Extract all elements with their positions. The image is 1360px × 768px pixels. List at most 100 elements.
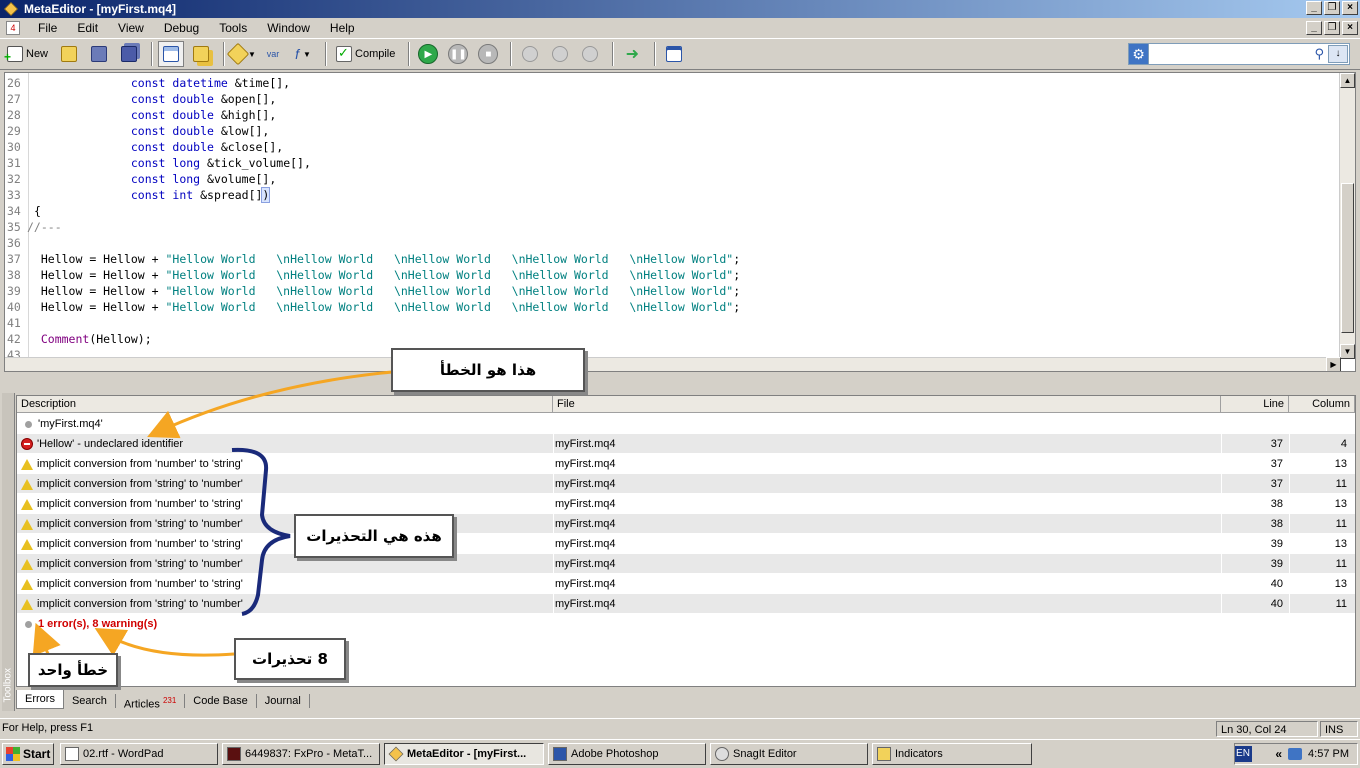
save-button[interactable] (86, 41, 112, 67)
doc-minimize-button[interactable]: _ (1306, 21, 1322, 35)
toolbar-separator (654, 42, 657, 66)
close-button[interactable]: × (1342, 1, 1358, 15)
code-line[interactable]: 34 { (5, 203, 1325, 219)
code-line[interactable]: 35 //--- (5, 219, 1325, 235)
description-text: implicit conversion from 'number' to 'st… (37, 458, 243, 470)
tab-code-base[interactable]: Code Base (185, 694, 257, 708)
save-all-button[interactable] (116, 41, 142, 67)
minimize-button[interactable]: _ (1306, 1, 1322, 15)
tray-expand-chevron-icon[interactable]: « (1275, 747, 1282, 761)
column-header-line[interactable]: Line (1221, 396, 1289, 413)
column-header-description[interactable]: Description (17, 396, 553, 413)
warning-row[interactable]: implicit conversion from 'number' to 'st… (17, 574, 1355, 594)
folders-icon (193, 46, 210, 62)
menu-debug[interactable]: Debug (154, 21, 209, 35)
description-cell: implicit conversion from 'string' to 'nu… (21, 474, 243, 494)
search-box[interactable]: ⚙ ⚲ ↓ (1128, 43, 1350, 65)
restore-button[interactable]: ❐ (1324, 1, 1340, 15)
tab-errors[interactable]: Errors (16, 689, 64, 709)
doc-close-button[interactable]: × (1342, 21, 1358, 35)
cursor-position: Ln 30, Col 24 (1216, 721, 1318, 737)
code-line[interactable]: 39 Hellow = Hellow + "Hellow World \nHel… (5, 283, 1325, 299)
code-line[interactable]: 36 (5, 235, 1325, 251)
tab-search[interactable]: Search (64, 694, 116, 708)
column-separator (1221, 494, 1222, 514)
scroll-down-arrow-icon[interactable]: ▼ (1340, 344, 1355, 359)
code-line[interactable]: 42 Comment(Hellow); (5, 331, 1325, 347)
document-icon[interactable]: 4 (6, 21, 20, 35)
menu-help[interactable]: Help (320, 21, 365, 35)
code-line[interactable]: 40 Hellow = Hellow + "Hellow World \nHel… (5, 299, 1325, 315)
warning-row[interactable]: implicit conversion from 'number' to 'st… (17, 534, 1355, 554)
code-line[interactable]: 30 const double &close[], (5, 139, 1325, 155)
search-go-button[interactable]: ↓ (1328, 45, 1348, 63)
code-line[interactable]: 37 Hellow = Hellow + "Hellow World \nHel… (5, 251, 1325, 267)
error-row[interactable]: 'Hellow' - undeclared identifier myFirst.… (17, 434, 1355, 454)
stop-debug-button[interactable]: ■ (475, 41, 501, 67)
task-snagit[interactable]: SnagIt Editor (710, 743, 868, 765)
vertical-scrollbar[interactable]: ▲ ▼ (1339, 73, 1355, 359)
menu-file[interactable]: File (28, 21, 67, 35)
warning-row[interactable]: implicit conversion from 'string' to 'nu… (17, 594, 1355, 614)
menu-tools[interactable]: Tools (209, 21, 257, 35)
tab-journal[interactable]: Journal (257, 694, 310, 708)
warning-row[interactable]: implicit conversion from 'string' to 'nu… (17, 514, 1355, 534)
warning-icon (21, 598, 33, 610)
code-line[interactable]: 28 const double &high[], (5, 107, 1325, 123)
code-line[interactable]: 29 const double &low[], (5, 123, 1325, 139)
warning-row[interactable]: implicit conversion from 'string' to 'nu… (17, 554, 1355, 574)
new-button[interactable]: New (3, 41, 52, 67)
terminal-button[interactable] (661, 41, 687, 67)
insert-function-button[interactable]: f ▼ (290, 41, 316, 67)
menu-window[interactable]: Window (257, 21, 320, 35)
start-debug-button[interactable]: ▶ (415, 41, 441, 67)
task-indicators-folder[interactable]: Indicators (872, 743, 1032, 765)
step-into-button[interactable] (517, 41, 543, 67)
step-out-button[interactable] (577, 41, 603, 67)
network-icon[interactable] (1288, 748, 1303, 760)
menu-edit[interactable]: Edit (67, 21, 108, 35)
go-to-button[interactable]: ➜ (619, 41, 645, 67)
task-metaeditor[interactable]: MetaEditor - [myFirst... (384, 743, 544, 765)
code-line[interactable]: 32 const long &volume[], (5, 171, 1325, 187)
menu-view[interactable]: View (108, 21, 154, 35)
folders-button[interactable] (188, 41, 214, 67)
code-line[interactable]: 41 (5, 315, 1325, 331)
code-line[interactable]: 26 const datetime &time[], (5, 75, 1325, 91)
column-header-column[interactable]: Column (1289, 396, 1355, 413)
warning-row[interactable]: implicit conversion from 'string' to 'nu… (17, 474, 1355, 494)
navigator-button[interactable] (158, 41, 185, 67)
file-group-row[interactable]: 'myFirst.mq4' (17, 414, 1355, 434)
horizontal-scrollbar[interactable]: ▶ (5, 357, 1341, 371)
scroll-up-arrow-icon[interactable]: ▲ (1340, 73, 1355, 88)
tab-articles[interactable]: Articles 231 (116, 694, 186, 711)
insert-variable-button[interactable]: var (260, 41, 286, 67)
warning-row[interactable]: implicit conversion from 'number' to 'st… (17, 494, 1355, 514)
clock[interactable]: 4:57 PM (1308, 748, 1349, 760)
start-button[interactable]: Start (2, 743, 54, 765)
code-line[interactable]: 31 const long &tick_volume[], (5, 155, 1325, 171)
warning-row[interactable]: implicit conversion from 'number' to 'st… (17, 454, 1355, 474)
search-icon[interactable]: ⚲ (1314, 46, 1324, 62)
open-button[interactable] (56, 41, 82, 67)
code-line[interactable]: 33 const int &spread[]) (5, 187, 1325, 203)
column-separator (1221, 534, 1222, 554)
column-cell: 11 (1335, 478, 1347, 490)
articles-count-badge: 231 (162, 696, 177, 705)
scroll-right-arrow-icon[interactable]: ▶ (1326, 357, 1341, 371)
code-line[interactable]: 38 Hellow = Hellow + "Hellow World \nHel… (5, 267, 1325, 283)
task-metatrader[interactable]: 6449837: FxPro - MetaT... (222, 743, 380, 765)
pause-debug-button[interactable]: ❚❚ (445, 41, 471, 67)
task-photoshop[interactable]: Adobe Photoshop (548, 743, 706, 765)
column-header-file[interactable]: File (553, 396, 1221, 413)
code-editor[interactable]: 26 const datetime &time[], 27 const doubl… (4, 72, 1356, 372)
vertical-scroll-thumb[interactable] (1341, 183, 1354, 333)
gear-icon[interactable]: ⚙ (1129, 44, 1149, 64)
code-line[interactable]: 27 const double &open[], (5, 91, 1325, 107)
task-wordpad[interactable]: 02.rtf - WordPad (60, 743, 218, 765)
compile-button[interactable]: Compile (332, 41, 399, 67)
styler-button[interactable]: ▼ (226, 41, 256, 67)
doc-restore-button[interactable]: ❐ (1324, 21, 1340, 35)
line-number: 40 (7, 300, 21, 314)
step-over-button[interactable] (547, 41, 573, 67)
